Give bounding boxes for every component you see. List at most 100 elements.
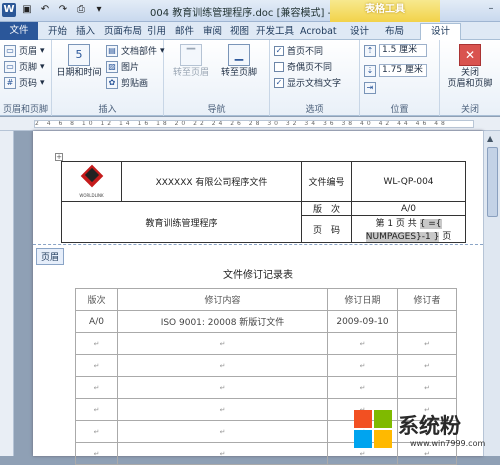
window-title: 004 教育训练管理程序.doc [兼容模式] - M... [150, 8, 353, 19]
odd-even-different-checkbox[interactable]: 奇偶页不同 [274, 60, 332, 73]
group-label-close: 关闭 [460, 105, 479, 115]
cell-reviser[interactable] [397, 310, 457, 333]
goto-header-button[interactable]: ▔ 转至页眉 [168, 44, 214, 79]
picture-label: 图片 [121, 63, 140, 73]
tab-references[interactable]: 引用 [147, 24, 166, 40]
header-icon: ▭ [4, 44, 16, 57]
group-close: ✕ 关闭 页眉和页脚 关闭 [440, 40, 500, 116]
table-row: ↵↵↵↵ [75, 376, 457, 399]
header-button[interactable]: ▭ 页眉 ▾ [4, 44, 45, 57]
doc-name-cell: 教育训练管理程序 [61, 201, 302, 243]
print-icon[interactable]: ⎙ [74, 3, 88, 17]
ribbon-tabs: 文件 开始 插入 页面布局 引用 邮件 审阅 视图 开发工具 Acrobat 设… [0, 22, 500, 41]
minimize-icon[interactable]: – [482, 0, 500, 18]
tab-table-layout[interactable]: 布局 [385, 24, 404, 40]
tab-mailings[interactable]: 邮件 [175, 24, 194, 40]
clipart-icon: ✿ [106, 76, 118, 89]
group-label-navigation: 导航 [207, 105, 226, 115]
datetime-label: 日期和时间 [56, 68, 102, 78]
footer-bottom-input[interactable]: 1.75 厘米 [379, 64, 427, 77]
header-region-tag: 页眉 [36, 248, 65, 265]
col-header-content: 修订内容 [117, 288, 328, 311]
cell-content[interactable]: ISO 9001: 20008 新版订文件 [117, 310, 328, 333]
logo-cell: WORLDLINK [61, 161, 122, 202]
tab-insert[interactable]: 插入 [76, 24, 95, 40]
footer-bottom-distance[interactable]: ⇣ 1.75 厘米 [364, 64, 427, 77]
company-cell: XXXXXX 有限公司程序文件 [121, 161, 302, 202]
first-page-different-checkbox[interactable]: ✓ 首页不同 [274, 44, 323, 57]
group-options: ✓ 首页不同 奇偶页不同 ✓ 显示文档文字 选项 [270, 40, 360, 116]
picture-icon: ▨ [106, 60, 118, 73]
clipart-button[interactable]: ✿ 剪贴画 [106, 76, 148, 89]
tab-table-design[interactable]: 设计 [350, 24, 369, 40]
tab-home[interactable]: 开始 [48, 24, 67, 40]
insert-align-tab[interactable]: ⇥ [364, 82, 376, 94]
group-label-position: 位置 [390, 105, 409, 115]
header-table: WORLDLINK XXXXXX 有限公司程序文件 文件编号 WL-QP-004… [61, 161, 466, 243]
group-navigation: ▔ 转至页眉 ▁ 转至页脚 导航 [164, 40, 270, 116]
doc-no-cell: WL-QP-004 [351, 161, 466, 202]
header-top-input[interactable]: 1.5 厘米 [379, 44, 427, 57]
tab-file[interactable]: 文件 [0, 22, 38, 40]
align-tab-icon: ⇥ [364, 82, 376, 94]
close-header-footer-button[interactable]: ✕ 关闭 页眉和页脚 [444, 44, 496, 90]
ruler-marks: 2 4 6 8 10 12 14 16 18 20 22 24 26 28 30… [34, 120, 474, 128]
group-label-insert: 插入 [98, 105, 117, 115]
checkbox-unchecked-icon [274, 61, 284, 72]
quick-access-toolbar: W ▣ ↶ ↷ ⎙ ▾ [2, 3, 106, 17]
word-app-icon[interactable]: W [2, 3, 16, 17]
doc-parts-label: 文档部件 [121, 47, 158, 57]
header-boundary-line [33, 244, 483, 245]
goto-footer-button[interactable]: ▁ 转至页脚 [216, 44, 262, 79]
first-page-label: 首页不同 [287, 47, 324, 57]
context-tab-table-tools: 表格工具 [330, 0, 440, 22]
header-label: 页眉 [19, 47, 38, 57]
picture-button[interactable]: ▨ 图片 [106, 60, 139, 73]
site-watermark: 系统粉 www.win7999.com [352, 406, 500, 456]
close-icon: ✕ [459, 44, 481, 66]
header-top-distance[interactable]: ⇡ 1.5 厘米 [364, 44, 427, 57]
version-label-cell: 版 次 [301, 201, 352, 216]
watermark-title: 系统粉 [398, 414, 461, 438]
windows-logo-icon [354, 410, 394, 450]
goto-header-icon: ▔ [180, 44, 202, 66]
tab-page-layout[interactable]: 页面布局 [104, 24, 142, 40]
page-suffix: 页 [442, 232, 452, 242]
tab-header-footer-design[interactable]: 设计 [420, 23, 462, 41]
tab-acrobat[interactable]: Acrobat [300, 24, 337, 40]
col-header-date: 修订日期 [327, 288, 398, 311]
datetime-button[interactable]: 5 日期和时间 [56, 44, 102, 79]
page-number-button[interactable]: # 页码 ▾ [4, 76, 45, 89]
cell-date[interactable]: 2009-09-10 [327, 310, 398, 333]
tab-review[interactable]: 审阅 [203, 24, 222, 40]
ribbon: ▭ 页眉 ▾ ▭ 页脚 ▾ # 页码 ▾ 页眉和页脚 5 日期和时间 ▤ 文档部件 ▾ ▨ 图片 ✿… [0, 40, 500, 116]
qat-dropdown-icon[interactable]: ▾ [92, 3, 106, 17]
col-header-reviser: 修订者 [397, 288, 457, 311]
page-text: 第 1 页 共 [375, 219, 417, 229]
odd-even-label: 奇偶页不同 [287, 63, 333, 73]
scroll-up-icon[interactable]: ▲ [487, 134, 493, 143]
table-row: ↵↵↵↵ [75, 354, 457, 377]
page-number-cell: 第 1 页 共 { ={ NUMPAGES}-1 } 页 [351, 215, 466, 243]
table-move-handle-icon[interactable]: + [55, 153, 63, 161]
undo-icon[interactable]: ↶ [38, 3, 52, 17]
page-number-icon: # [4, 76, 16, 89]
horizontal-ruler[interactable]: 2 4 6 8 10 12 14 16 18 20 22 24 26 28 30… [0, 117, 500, 131]
goto-footer-icon: ▁ [228, 44, 250, 66]
show-doc-text-label: 显示文档文字 [287, 79, 342, 89]
tab-view[interactable]: 视图 [230, 24, 249, 40]
cell-version[interactable]: A/0 [75, 310, 118, 333]
page-label-cell: 页 码 [301, 215, 352, 243]
goto-footer-label: 转至页脚 [220, 68, 257, 78]
footer-button[interactable]: ▭ 页脚 ▾ [4, 60, 45, 73]
doc-no-label-cell: 文件编号 [301, 161, 352, 202]
save-icon[interactable]: ▣ [20, 3, 34, 17]
tab-developer[interactable]: 开发工具 [256, 24, 294, 40]
vertical-ruler[interactable] [0, 131, 14, 456]
doc-parts-button[interactable]: ▤ 文档部件 ▾ [106, 44, 165, 57]
redo-icon[interactable]: ↷ [56, 3, 70, 17]
show-doc-text-checkbox[interactable]: ✓ 显示文档文字 [274, 76, 341, 89]
calendar-icon: 5 [68, 44, 90, 66]
checkbox-checked-icon: ✓ [274, 45, 284, 56]
scroll-thumb[interactable] [487, 147, 498, 217]
